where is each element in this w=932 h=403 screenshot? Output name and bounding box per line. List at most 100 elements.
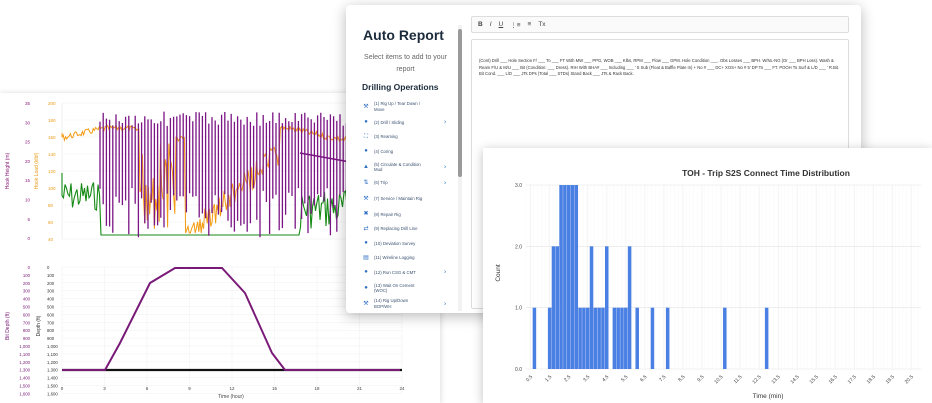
bottom-left-tick: 700 xyxy=(23,320,31,325)
operation-item[interactable]: ▲ (5) Circulate & Condition Mud › xyxy=(346,159,461,176)
bottom-inner-tick: 700 xyxy=(47,320,55,325)
x-tick-label: 18.5 xyxy=(866,374,877,385)
operation-item[interactable]: ● (12) Run CSG & CMT › xyxy=(346,265,461,280)
bottom-x-tick: 15 xyxy=(272,386,278,391)
underline-button[interactable]: U xyxy=(499,21,504,28)
histogram-bar xyxy=(597,307,601,369)
bottom-left-tick: 1,400 xyxy=(19,376,30,381)
sidebar-scrollbar[interactable] xyxy=(458,25,462,311)
histogram-bar xyxy=(601,307,605,369)
top-right-tick: 60 xyxy=(48,220,54,225)
bottom-x-tick: 24 xyxy=(399,386,405,391)
operation-item[interactable]: ● (10) Deviation Survey xyxy=(346,236,461,251)
operation-item[interactable]: ⇄ (9) Replacing Drill Line xyxy=(346,222,461,237)
operation-label: (6) Trip xyxy=(374,180,388,185)
bold-button[interactable]: B xyxy=(478,21,483,28)
top-right-tick: 160 xyxy=(48,135,56,140)
bottom-inner-tick: 200 xyxy=(47,281,55,286)
histogram-bar xyxy=(589,246,594,369)
bottom-left-ticks: 0 100 200 300 400 500 600 700 800 900 1,000 1,100 1,… xyxy=(19,265,30,396)
top-left-ticks: 35 30 25 20 15 10 5 0 xyxy=(25,101,31,241)
operation-item[interactable]: ● (13) Wait On Cement (WOC) xyxy=(346,280,461,297)
x-tick-label: 5.5 xyxy=(620,374,629,383)
histogram-bar xyxy=(624,307,628,369)
bottom-ylabel-left: Bit Depth (ft) xyxy=(5,312,11,340)
top-left-tick: 25 xyxy=(25,140,31,145)
histogram-panel: TOH - Trip S2S Connect Time Distribution… xyxy=(483,148,932,403)
ordered-list-button[interactable]: ⋮≡ xyxy=(510,21,520,29)
chevron-right-icon[interactable]: › xyxy=(444,179,446,186)
histogram-bar xyxy=(532,307,537,369)
top-right-tick: 200 xyxy=(48,101,56,106)
top-left-tick: 35 xyxy=(25,101,31,106)
top-right-ticks: 200 180 160 140 120 100 80 60 40 xyxy=(48,101,56,242)
operation-item[interactable]: ⚒ (14) Rig Up/Down BOP/WH › xyxy=(346,297,461,312)
bottom-x-tick: 9 xyxy=(188,386,191,391)
chart-title: TOH - Trip S2S Connect Time Distribution xyxy=(682,168,850,178)
top-right-tick: 140 xyxy=(48,152,56,157)
bottom-inner-tick: 1,100 xyxy=(47,352,58,357)
histogram-bar xyxy=(650,307,655,369)
bottom-inner-tick: 1,000 xyxy=(47,344,58,349)
operation-item[interactable]: ✖ (8) Repair Rig xyxy=(346,207,461,222)
chevron-right-icon[interactable]: › xyxy=(444,164,446,171)
operation-label: (8) Repair Rig xyxy=(374,211,401,217)
report-title: Auto Report xyxy=(363,27,444,43)
report-editor-text[interactable]: (Cont) Drill ___ Hole Section F/ ___ To … xyxy=(479,58,841,78)
operation-label: (2) Drill / Sliding xyxy=(374,119,405,125)
operation-label: (12) Run CSG & CMT xyxy=(374,269,416,275)
bottom-x-tick: 6 xyxy=(146,386,149,391)
bottom-x-tick: 12 xyxy=(229,386,235,391)
report-subtitle: Select items to add to your report xyxy=(364,54,447,73)
operation-item[interactable]: ⚒ (7) Service / Maintain Rig xyxy=(346,190,461,207)
operation-item[interactable]: ⚒ (1) Rig Up / Tear Down / Move xyxy=(346,98,461,115)
bottom-inner-tick: 0 xyxy=(47,265,50,270)
sidebar-scroll-thumb[interactable] xyxy=(458,29,462,177)
bottom-ylabel-inner: Depth (ft) xyxy=(36,315,42,336)
top-left-tick: 10 xyxy=(25,198,31,203)
operation-item[interactable]: ● (2) Drill / Sliding › xyxy=(346,115,461,130)
bottom-inner-tick: 1,600 xyxy=(47,391,58,396)
wrench-icon: ⚒ xyxy=(363,103,369,110)
italic-button[interactable]: I xyxy=(490,21,492,28)
bullet-list-button[interactable]: ≡ xyxy=(528,21,532,28)
chart-xlabel: Time (min) xyxy=(753,393,784,400)
chevron-right-icon[interactable]: › xyxy=(444,119,446,126)
operation-label: (3) Reaming xyxy=(374,134,398,139)
histogram-bar xyxy=(723,307,727,369)
y-tick-label: 2.0 xyxy=(515,244,522,250)
chevron-right-icon[interactable]: › xyxy=(444,300,446,307)
top-ylabel-right: Hook Load (klbf) xyxy=(34,152,40,189)
operation-item[interactable]: ▤ (11) Wireline Logging xyxy=(346,251,461,266)
operation-item[interactable]: ⇅ (6) Trip › xyxy=(346,176,461,191)
histogram-bar xyxy=(635,307,639,369)
x-tick-label: 14.5 xyxy=(790,374,801,385)
y-tick-label: 1.0 xyxy=(515,306,522,312)
clear-format-button[interactable]: Tx xyxy=(538,21,545,28)
top-left-tick: 0 xyxy=(27,236,30,241)
histogram-bar xyxy=(582,307,586,369)
x-tick-label: 15.5 xyxy=(809,374,820,385)
top-left-tick: 15 xyxy=(25,178,31,183)
histogram-bar xyxy=(764,307,769,369)
y-tick-label: 0.0 xyxy=(515,367,522,373)
operation-label: (7) Service / Maintain Rig xyxy=(374,195,423,201)
operation-item[interactable]: ●(15)Test BOP xyxy=(346,311,461,313)
x-tick-label: 20.5 xyxy=(904,374,915,385)
top-ylabel-left: Hook Height (m) xyxy=(5,152,11,189)
histogram-bar xyxy=(620,307,624,369)
bottom-left-tick: 0 xyxy=(28,265,31,270)
histogram-bar xyxy=(616,307,620,369)
operation-item[interactable]: ● (4) Coring xyxy=(346,144,461,159)
x-tick-label: 2.5 xyxy=(563,374,572,383)
x-tick-label: 7.5 xyxy=(658,374,667,383)
operation-item[interactable]: ⛶ (3) Reaming xyxy=(346,130,461,145)
top-right-tick: 120 xyxy=(48,169,56,174)
chevron-right-icon[interactable]: › xyxy=(444,269,446,276)
section-title: Drilling Operations xyxy=(362,82,439,92)
x-tick-label: 6.5 xyxy=(639,374,648,383)
drop-icon: ▲ xyxy=(363,164,369,170)
histogram-bar xyxy=(605,246,609,369)
histogram-bar xyxy=(578,307,582,369)
chart-icon: ▤ xyxy=(363,254,369,261)
